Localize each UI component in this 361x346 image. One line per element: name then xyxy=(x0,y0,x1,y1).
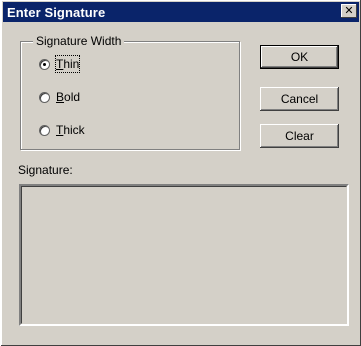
close-icon: ✕ xyxy=(344,4,354,17)
radio-bold[interactable]: Bold xyxy=(39,89,80,105)
signature-label: Signature: xyxy=(18,163,73,177)
clear-button[interactable]: Clear xyxy=(260,124,339,148)
ok-button[interactable]: OK xyxy=(260,45,339,69)
close-button[interactable]: ✕ xyxy=(341,4,357,18)
cancel-button[interactable]: Cancel xyxy=(260,87,339,111)
signature-width-legend: Signature Width xyxy=(33,34,125,48)
radio-thick[interactable]: Thick xyxy=(39,122,85,138)
radio-bold-label[interactable]: Bold xyxy=(56,89,80,105)
signature-width-group: Signature Width Thin Bold Thick xyxy=(20,34,240,150)
radio-thick-label[interactable]: Thick xyxy=(56,122,85,138)
radio-thick-indicator[interactable] xyxy=(39,124,50,136)
dialog-title: Enter Signature xyxy=(7,5,106,20)
radio-thin[interactable]: Thin xyxy=(39,55,81,73)
signature-pad-inner[interactable] xyxy=(21,186,347,324)
radio-thin-label[interactable]: Thin xyxy=(54,55,81,73)
title-bar[interactable]: Enter Signature ✕ xyxy=(3,2,359,22)
radio-thin-indicator[interactable] xyxy=(39,58,50,70)
signature-pad[interactable] xyxy=(19,184,349,326)
enter-signature-dialog: Enter Signature ✕ Signature Width Thin B… xyxy=(1,0,361,346)
radio-bold-indicator[interactable] xyxy=(39,91,50,103)
